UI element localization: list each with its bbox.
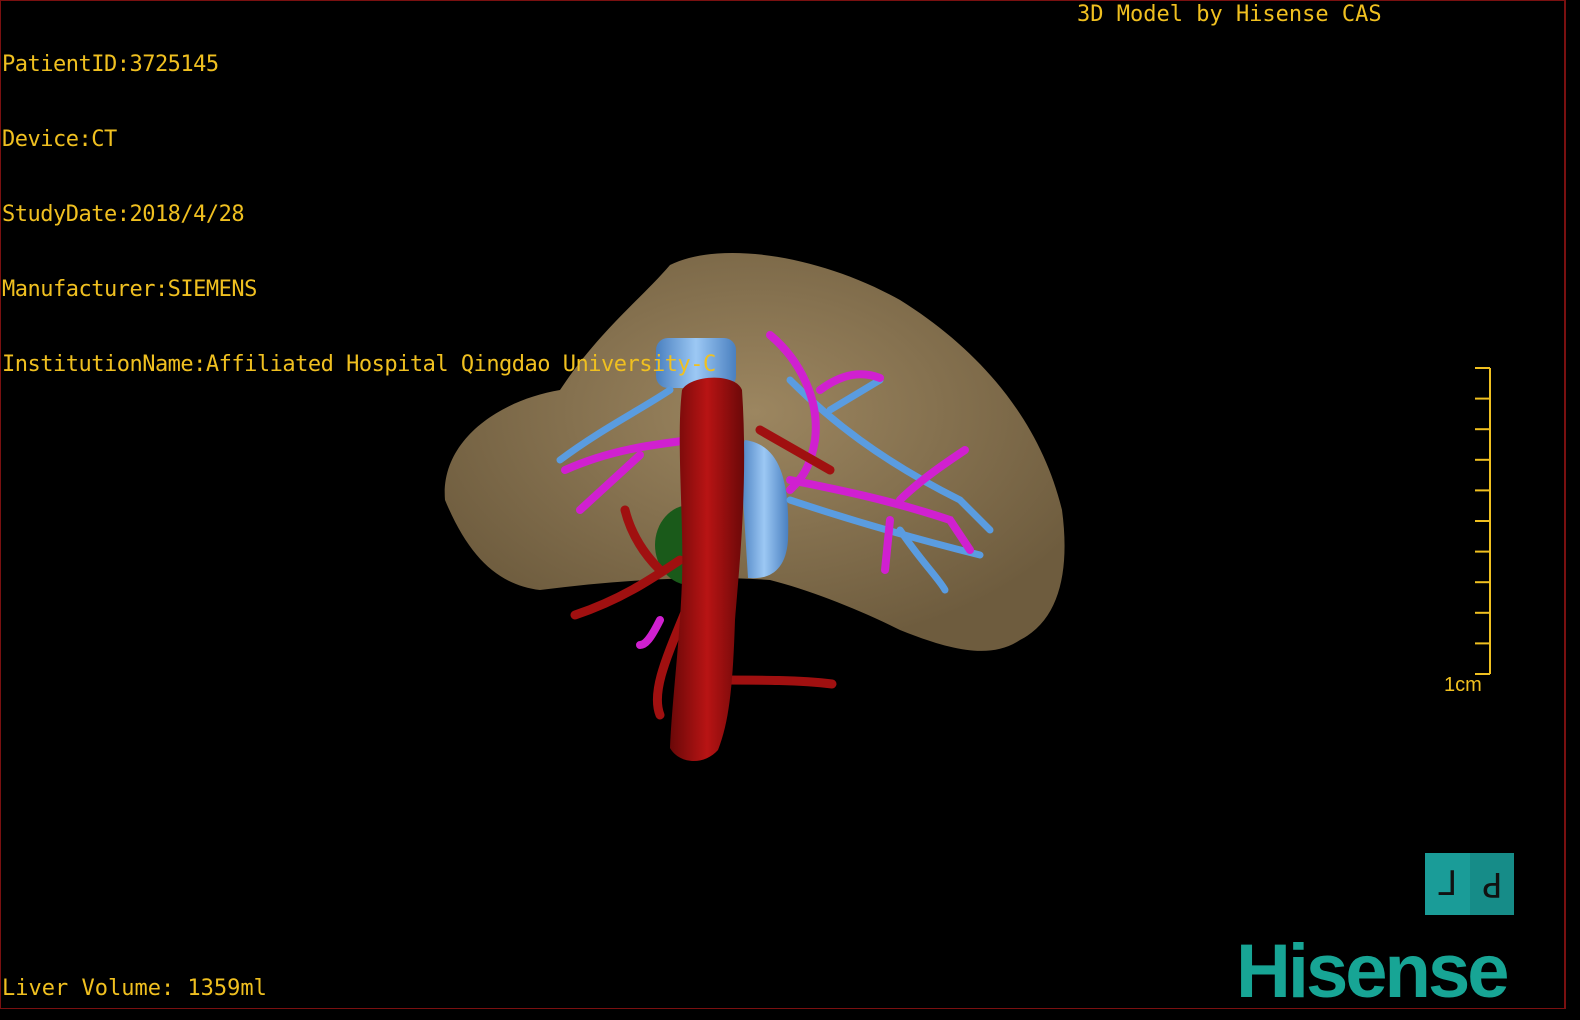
hisense-logo: Hisense (1236, 929, 1509, 1014)
brand-caption: 3D Model by Hisense CAS (1077, 2, 1382, 27)
orientation-posterior-face[interactable]: P (1469, 853, 1514, 915)
patient-info: PatientID:3725145 Device:CT StudyDate:20… (2, 2, 716, 402)
scale-bar-label: 1cm (1444, 674, 1482, 696)
study-date: StudyDate:2018/4/28 (2, 202, 245, 227)
orientation-left-label: L (1437, 864, 1458, 904)
orientation-left-face[interactable]: L (1425, 853, 1470, 915)
orientation-posterior-label: P (1481, 864, 1502, 904)
institution-name: InstitutionName:Affiliated Hospital Qing… (2, 352, 716, 377)
orientation-cube[interactable]: L P (1425, 853, 1514, 915)
patient-id: PatientID:3725145 (2, 52, 219, 77)
scale-bar (1475, 367, 1491, 675)
liver-volume: Liver Volume: 1359ml (2, 976, 267, 1001)
manufacturer: Manufacturer:SIEMENS (2, 277, 257, 302)
device: Device:CT (2, 127, 117, 152)
